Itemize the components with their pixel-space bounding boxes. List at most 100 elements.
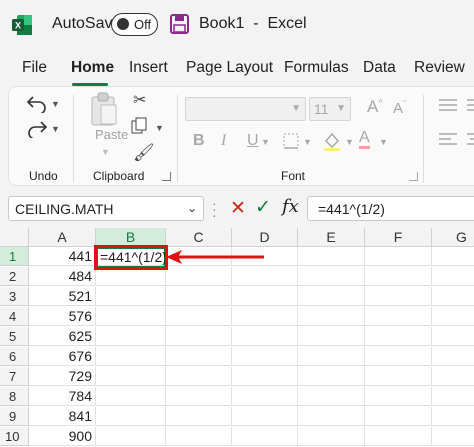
cell-e2[interactable] xyxy=(298,267,365,286)
cell-g8[interactable] xyxy=(432,387,474,406)
cell-f9[interactable] xyxy=(365,407,432,426)
name-box[interactable]: CEILING.MATH ⌄ xyxy=(8,196,204,221)
cell-b7[interactable] xyxy=(96,367,166,386)
cell-f10[interactable] xyxy=(365,427,432,446)
cell-a7[interactable]: 729 xyxy=(29,367,96,386)
column-header-f[interactable]: F xyxy=(365,228,432,247)
cell-b3[interactable] xyxy=(96,287,166,306)
cell-e4[interactable] xyxy=(298,307,365,326)
undo-dropdown-chevron-icon[interactable]: ▼ xyxy=(51,99,60,109)
insert-function-button[interactable]: fx xyxy=(282,196,299,217)
font-color-icon[interactable]: A xyxy=(359,129,370,149)
underline-button[interactable]: U xyxy=(247,132,259,150)
cell-c8[interactable] xyxy=(166,387,232,406)
cell-b5[interactable] xyxy=(96,327,166,346)
cell-a8[interactable]: 784 xyxy=(29,387,96,406)
copy-icon[interactable] xyxy=(130,117,148,135)
cell-c2[interactable] xyxy=(166,267,232,286)
cell-f4[interactable] xyxy=(365,307,432,326)
column-header-e[interactable]: E xyxy=(298,228,365,247)
clipboard-launcher-icon[interactable] xyxy=(162,172,171,181)
cell-g6[interactable] xyxy=(432,347,474,366)
font-color-dropdown-chevron-icon[interactable]: ▼ xyxy=(379,137,388,147)
undo-icon[interactable] xyxy=(25,93,49,113)
align-left-icon[interactable] xyxy=(437,131,459,149)
copy-dropdown-chevron-icon[interactable]: ▼ xyxy=(155,123,164,133)
column-header-a[interactable]: A xyxy=(29,228,96,247)
cell-d7[interactable] xyxy=(232,367,298,386)
font-size-select[interactable]: 11 ▼ xyxy=(309,97,351,121)
cell-b8[interactable] xyxy=(96,387,166,406)
borders-dropdown-chevron-icon[interactable]: ▼ xyxy=(303,137,312,147)
cell-d8[interactable] xyxy=(232,387,298,406)
row-header-10[interactable]: 10 xyxy=(0,427,29,446)
cell-b10[interactable] xyxy=(96,427,166,446)
cell-c3[interactable] xyxy=(166,287,232,306)
tab-file[interactable]: File xyxy=(22,59,47,77)
tab-home[interactable]: Home xyxy=(71,59,114,77)
cell-a2[interactable]: 484 xyxy=(29,267,96,286)
format-painter-icon[interactable]: 🖌 xyxy=(133,143,155,163)
cell-a5[interactable]: 625 xyxy=(29,327,96,346)
cell-d9[interactable] xyxy=(232,407,298,426)
cell-f7[interactable] xyxy=(365,367,432,386)
bold-button[interactable]: B xyxy=(193,132,205,150)
paste-dropdown-chevron-icon[interactable]: ▼ xyxy=(101,147,110,157)
cell-g10[interactable] xyxy=(432,427,474,446)
italic-button[interactable]: I xyxy=(221,132,226,150)
cell-c9[interactable] xyxy=(166,407,232,426)
cell-f2[interactable] xyxy=(365,267,432,286)
cell-c6[interactable] xyxy=(166,347,232,366)
cell-f5[interactable] xyxy=(365,327,432,346)
cell-e5[interactable] xyxy=(298,327,365,346)
cell-c4[interactable] xyxy=(166,307,232,326)
cell-c5[interactable] xyxy=(166,327,232,346)
cell-g1[interactable] xyxy=(432,247,474,266)
cell-g2[interactable] xyxy=(432,267,474,286)
cell-e7[interactable] xyxy=(298,367,365,386)
align-middle-icon[interactable] xyxy=(465,97,474,113)
paste-icon[interactable] xyxy=(89,91,119,127)
cell-a10[interactable]: 900 xyxy=(29,427,96,446)
cell-g4[interactable] xyxy=(432,307,474,326)
borders-icon[interactable] xyxy=(281,131,301,151)
cell-b6[interactable] xyxy=(96,347,166,366)
more-options-icon[interactable]: · · · xyxy=(212,196,217,222)
tab-review[interactable]: Review xyxy=(414,59,465,77)
cell-e1[interactable] xyxy=(298,247,365,266)
increase-font-size-icon[interactable]: A^ xyxy=(367,97,383,117)
row-header-6[interactable]: 6 xyxy=(0,347,29,366)
cell-d2[interactable] xyxy=(232,267,298,286)
redo-dropdown-chevron-icon[interactable]: ▼ xyxy=(51,124,60,134)
column-header-g[interactable]: G xyxy=(432,228,474,247)
cell-a6[interactable]: 676 xyxy=(29,347,96,366)
cell-d3[interactable] xyxy=(232,287,298,306)
tab-data[interactable]: Data xyxy=(363,59,396,77)
row-header-5[interactable]: 5 xyxy=(0,327,29,346)
chevron-down-icon[interactable]: ⌄ xyxy=(187,201,197,215)
cell-a3[interactable]: 521 xyxy=(29,287,96,306)
tab-page-layout[interactable]: Page Layout xyxy=(186,59,273,77)
cut-icon[interactable]: ✂ xyxy=(133,90,146,110)
cell-d6[interactable] xyxy=(232,347,298,366)
font-name-select[interactable]: ▼ xyxy=(185,97,306,121)
cell-d10[interactable] xyxy=(232,427,298,446)
cell-f1[interactable] xyxy=(365,247,432,266)
cell-d5[interactable] xyxy=(232,327,298,346)
row-header-9[interactable]: 9 xyxy=(0,407,29,426)
tab-insert[interactable]: Insert xyxy=(129,59,168,77)
align-center-icon[interactable] xyxy=(465,131,474,149)
row-header-3[interactable]: 3 xyxy=(0,287,29,306)
font-launcher-icon[interactable] xyxy=(409,172,418,181)
cell-c10[interactable] xyxy=(166,427,232,446)
cell-f6[interactable] xyxy=(365,347,432,366)
cell-e9[interactable] xyxy=(298,407,365,426)
decrease-font-size-icon[interactable]: Aˇ xyxy=(393,99,406,117)
autosave-toggle[interactable]: Off xyxy=(111,13,158,36)
row-header-1[interactable]: 1 xyxy=(0,247,29,266)
cell-b4[interactable] xyxy=(96,307,166,326)
cell-e8[interactable] xyxy=(298,387,365,406)
cell-e10[interactable] xyxy=(298,427,365,446)
cell-c7[interactable] xyxy=(166,367,232,386)
paste-label[interactable]: Paste xyxy=(95,127,128,142)
